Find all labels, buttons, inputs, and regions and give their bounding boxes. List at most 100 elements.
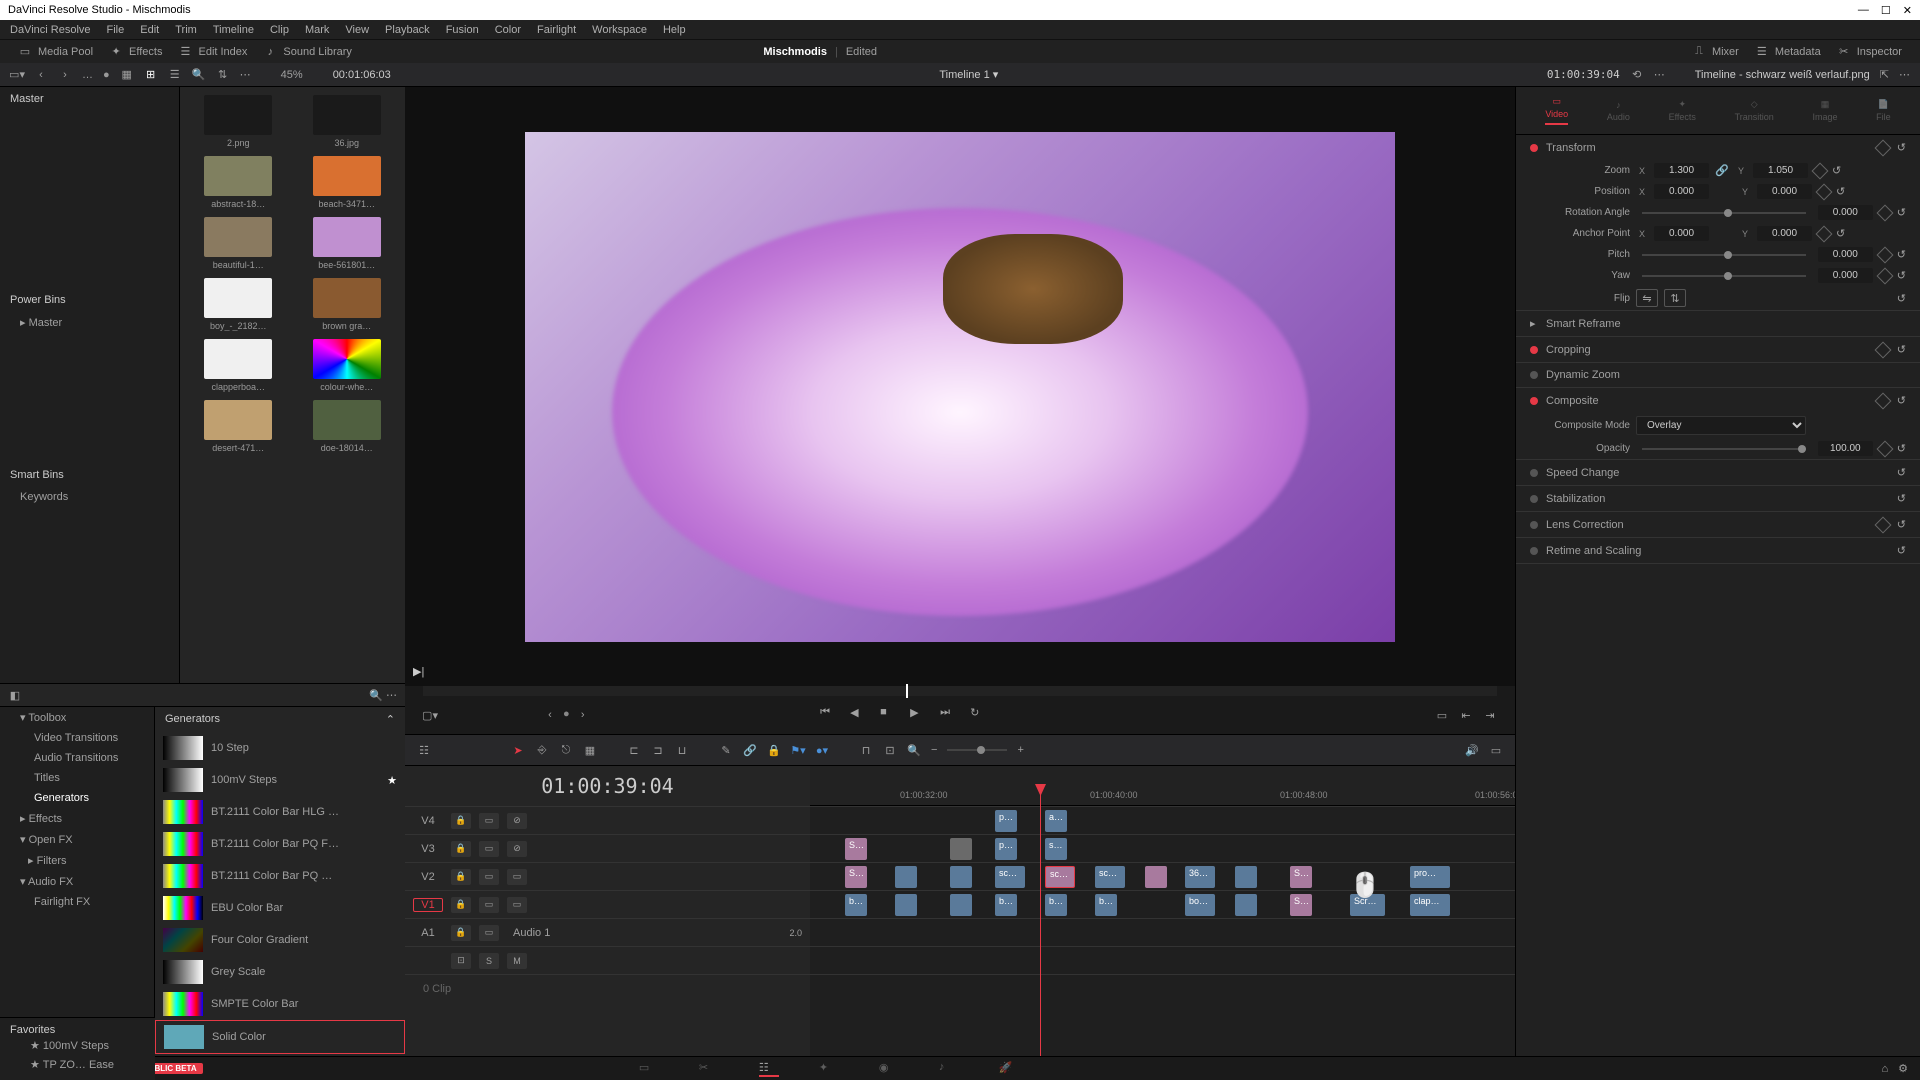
- zoom-x-input[interactable]: [1654, 163, 1709, 178]
- clip[interactable]: b…: [1045, 894, 1067, 916]
- reset-icon[interactable]: ↺: [1897, 292, 1906, 305]
- clip[interactable]: sc…: [995, 866, 1025, 888]
- power-bins-header[interactable]: Power Bins: [0, 288, 179, 312]
- sound-library-toggle[interactable]: ♪Sound Library: [255, 45, 360, 59]
- reset-icon[interactable]: ↺: [1836, 227, 1845, 240]
- playhead[interactable]: [1040, 786, 1041, 1056]
- blade-tool-icon[interactable]: ▦: [583, 743, 597, 757]
- generator-item[interactable]: Grey Scale: [155, 956, 405, 988]
- reset-icon[interactable]: ↺: [1836, 185, 1845, 198]
- audio-track-header[interactable]: A1🔒▭Audio 12.0: [405, 918, 810, 946]
- zoom-to-fit-icon[interactable]: ⊡: [883, 743, 897, 757]
- match-frame-icon[interactable]: ▭: [1435, 708, 1449, 722]
- reset-icon[interactable]: ↺: [1897, 492, 1906, 505]
- clip[interactable]: S…: [845, 838, 867, 860]
- inspector-tab-audio[interactable]: ♪Audio: [1607, 100, 1630, 122]
- generator-item[interactable]: BT.2111 Color Bar HLG …: [155, 796, 405, 828]
- menu-item[interactable]: Edit: [140, 24, 159, 36]
- generator-item[interactable]: EBU Color Bar: [155, 892, 405, 924]
- mute-button[interactable]: M: [507, 953, 527, 969]
- flip-v-button[interactable]: ⇅: [1664, 289, 1686, 307]
- menu-item[interactable]: Help: [663, 24, 686, 36]
- composite-mode-select[interactable]: Overlay: [1636, 416, 1806, 435]
- composite-header[interactable]: Composite↺: [1516, 388, 1920, 413]
- toolbox-item[interactable]: Video Transitions: [0, 728, 154, 748]
- lock-track-button[interactable]: 🔒: [451, 841, 471, 857]
- edit-index-toggle[interactable]: ☰Edit Index: [170, 45, 255, 59]
- menu-item[interactable]: Fusion: [446, 24, 479, 36]
- audiofx-header[interactable]: ▾ Audio FX: [0, 871, 154, 892]
- favorites-header[interactable]: Favorites: [10, 1024, 145, 1036]
- nav-back-icon[interactable]: ‹: [34, 68, 48, 82]
- keyframe-icon[interactable]: [1874, 139, 1891, 156]
- menu-item[interactable]: Playback: [385, 24, 430, 36]
- reset-icon[interactable]: ↺: [1897, 248, 1906, 261]
- zoom-in-button[interactable]: +: [1017, 744, 1023, 756]
- disable-track-button[interactable]: ⊘: [507, 841, 527, 857]
- toolbox-item[interactable]: Titles: [0, 768, 154, 788]
- minimize-button[interactable]: —: [1858, 4, 1869, 17]
- media-thumb[interactable]: bee-561801…: [297, 217, 398, 270]
- stop-button[interactable]: ■: [880, 706, 898, 724]
- generator-item[interactable]: 100mV Steps★: [155, 764, 405, 796]
- track-header[interactable]: V1🔒▭▭: [405, 890, 810, 918]
- generator-item[interactable]: Four Color Gradient: [155, 924, 405, 956]
- pitch-input[interactable]: [1818, 247, 1873, 262]
- clip[interactable]: bo…: [1185, 894, 1215, 916]
- clip[interactable]: p…: [995, 810, 1017, 832]
- stabilization-header[interactable]: Stabilization↺: [1516, 486, 1920, 511]
- viewer[interactable]: ▶|: [405, 87, 1515, 686]
- settings-icon[interactable]: ⚙: [1898, 1062, 1908, 1075]
- keyframe-icon[interactable]: [1874, 392, 1891, 409]
- clip[interactable]: [950, 894, 972, 916]
- reset-icon[interactable]: ↺: [1897, 442, 1906, 455]
- marker-color-icon[interactable]: ●▾: [815, 743, 829, 757]
- filters-item[interactable]: ▸ Filters: [0, 850, 154, 871]
- fairlight-item[interactable]: Fairlight FX: [0, 892, 154, 912]
- auto-select-button[interactable]: ▭: [479, 841, 499, 857]
- toolbox-item[interactable]: Audio Transitions: [0, 748, 154, 768]
- toolbox-header[interactable]: ▾ Toolbox: [0, 707, 154, 728]
- media-thumb[interactable]: beautiful-1…: [188, 217, 289, 270]
- clip[interactable]: 36…: [1185, 866, 1215, 888]
- clip[interactable]: [895, 894, 917, 916]
- flag-icon[interactable]: ⚑▾: [791, 743, 805, 757]
- reset-icon[interactable]: ↺: [1897, 269, 1906, 282]
- menu-item[interactable]: Color: [495, 24, 521, 36]
- lock-track-button[interactable]: 🔒: [451, 813, 471, 829]
- generator-item[interactable]: Solid Color: [155, 1020, 405, 1054]
- track-row[interactable]: S…p…s…Wo…: [810, 834, 1515, 862]
- replace-icon[interactable]: ⊔: [675, 743, 689, 757]
- media-thumb[interactable]: clapperboa…: [188, 339, 289, 392]
- link-icon[interactable]: 🔗: [743, 743, 757, 757]
- bin-view-icon[interactable]: ▭▾: [10, 68, 24, 82]
- dynamic-trim-icon[interactable]: ⎋: [559, 743, 573, 757]
- clip[interactable]: [1235, 894, 1257, 916]
- yaw-input[interactable]: [1818, 268, 1873, 283]
- clip[interactable]: a…: [1045, 810, 1067, 832]
- snap-icon[interactable]: ⊓: [859, 743, 873, 757]
- media-thumb[interactable]: 2.png: [188, 95, 289, 148]
- clip[interactable]: Scr…: [1350, 894, 1385, 916]
- media-thumb[interactable]: abstract-18…: [188, 156, 289, 209]
- step-in-icon[interactable]: ⇥: [1483, 708, 1497, 722]
- thumb-view-icon[interactable]: ▦: [120, 68, 134, 82]
- dynamic-zoom-header[interactable]: Dynamic Zoom: [1516, 363, 1920, 387]
- lock-icon[interactable]: 🔒: [767, 743, 781, 757]
- reset-icon[interactable]: ↺: [1897, 518, 1906, 531]
- timeline-view-icon[interactable]: ☷: [417, 743, 431, 757]
- transform-header[interactable]: Transform↺: [1516, 135, 1920, 160]
- media-thumb[interactable]: brown gra…: [297, 278, 398, 331]
- anchor-y-input[interactable]: [1757, 226, 1812, 241]
- prev-marker-icon[interactable]: ‹: [543, 708, 557, 722]
- clip[interactable]: b…: [995, 894, 1017, 916]
- pos-x-input[interactable]: [1654, 184, 1709, 199]
- pos-y-input[interactable]: [1757, 184, 1812, 199]
- openfx-header[interactable]: ▾ Open FX: [0, 829, 154, 850]
- more-menu[interactable]: …: [82, 69, 93, 81]
- clip[interactable]: S…: [845, 866, 867, 888]
- retime-header[interactable]: Retime and Scaling↺: [1516, 538, 1920, 563]
- lock-track-button[interactable]: 🔒: [451, 897, 471, 913]
- track-header[interactable]: V4🔒▭⊘: [405, 806, 810, 834]
- audio-track-controls[interactable]: ⊡SM: [405, 946, 810, 974]
